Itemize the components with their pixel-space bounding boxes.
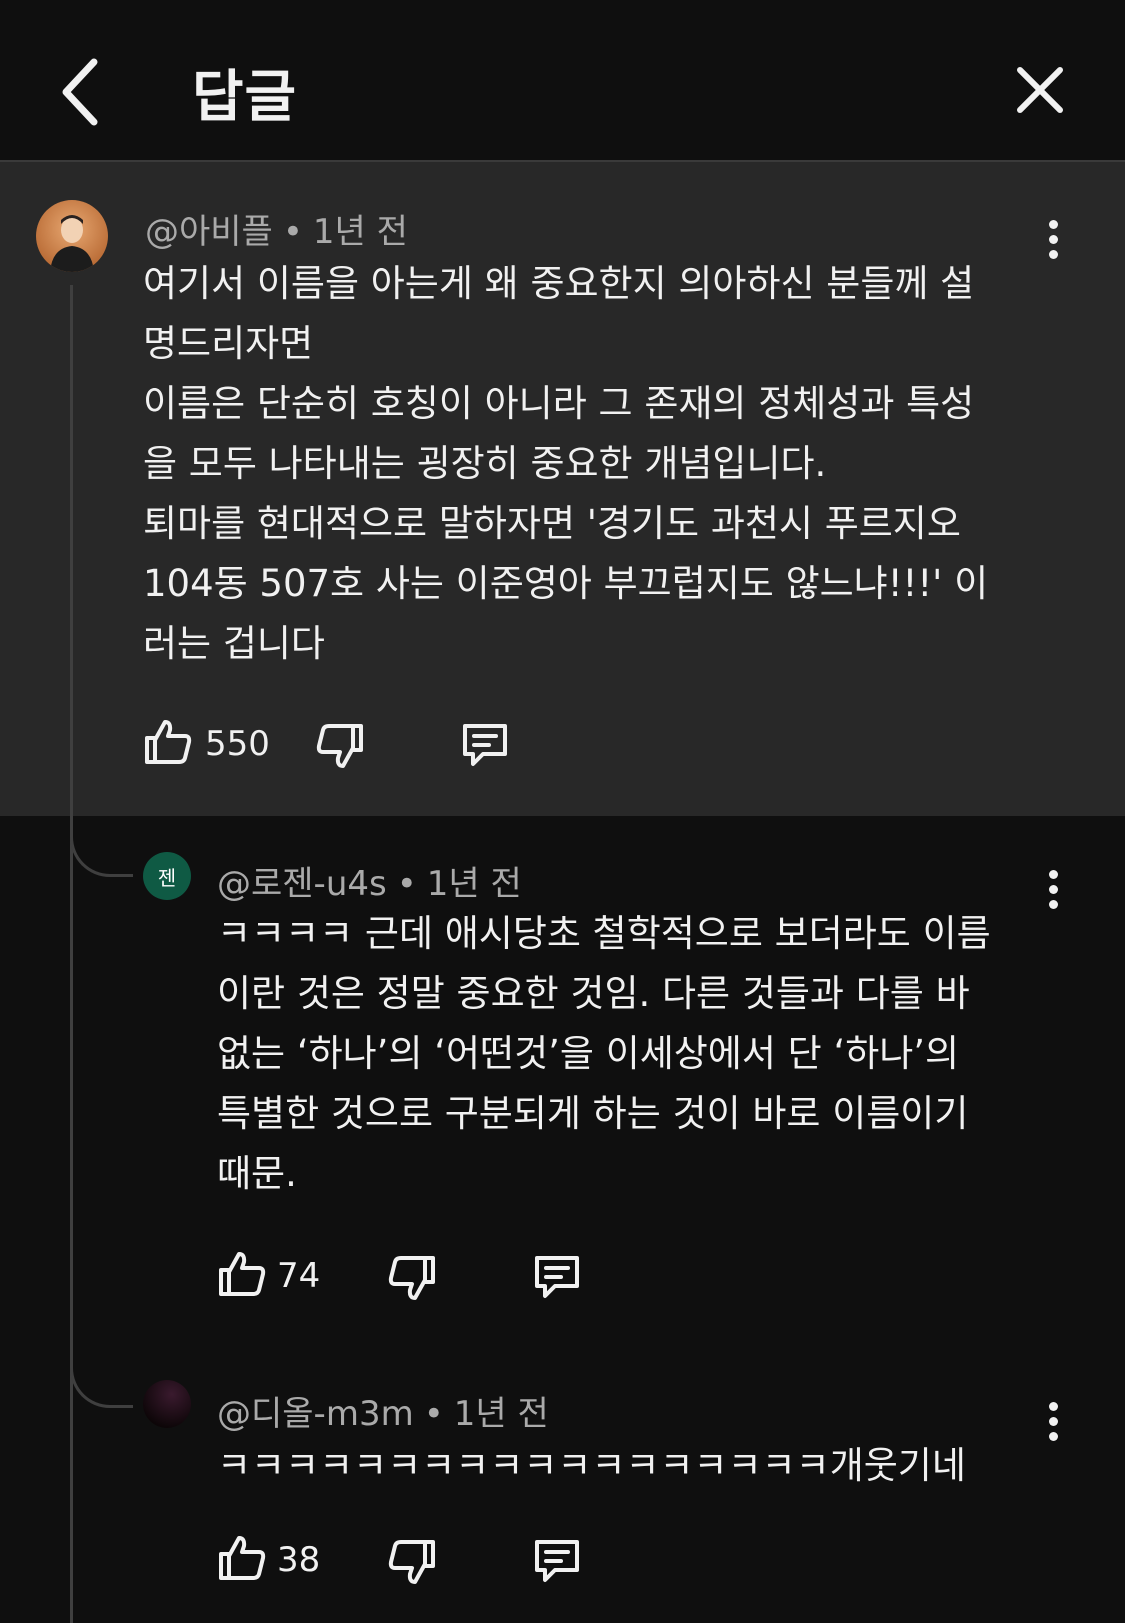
like-count: 74 <box>277 1256 321 1296</box>
thumbs-up-icon <box>145 720 192 764</box>
comment-meta: @로젠-u4s • 1년 전 <box>217 864 522 904</box>
thread-connector <box>70 1345 133 1408</box>
dislike-button[interactable] <box>385 1252 437 1304</box>
like-button[interactable] <box>217 1532 269 1584</box>
comment-text: 여기서 이름을 아는게 왜 중요한지 의아하신 분들께 설 명드리자면 이름은 … <box>143 262 989 665</box>
thread-connector <box>70 814 133 877</box>
avatar[interactable] <box>36 200 108 272</box>
close-button[interactable] <box>1010 60 1070 120</box>
thread-line <box>70 285 73 1623</box>
like-button[interactable] <box>217 1248 269 1300</box>
comment-meta: @디올-m3m • 1년 전 <box>217 1394 549 1434</box>
header: 답글 <box>0 0 1125 162</box>
reply-button[interactable] <box>459 718 511 770</box>
thumbs-down-icon <box>388 1540 435 1584</box>
comment-actions: 550 <box>143 716 543 776</box>
more-button[interactable] <box>1038 870 1068 920</box>
comment-time: 1년 전 <box>426 864 522 904</box>
comment-author[interactable]: @아비플 <box>145 212 273 252</box>
like-count: 550 <box>205 724 270 764</box>
chevron-left-icon <box>62 58 98 126</box>
more-button[interactable] <box>1038 220 1068 270</box>
thumbs-down-icon <box>316 724 363 768</box>
comment-time: 1년 전 <box>453 1394 549 1434</box>
dislike-button[interactable] <box>313 720 365 772</box>
page-title: 답글 <box>192 65 298 130</box>
comment-text: ㅋㅋㅋㅋㅋㅋㅋㅋㅋㅋㅋㅋㅋㅋㅋㅋㅋㅋ개웃기네 <box>217 1444 966 1487</box>
reply-button[interactable] <box>531 1250 583 1302</box>
like-count: 38 <box>277 1540 321 1580</box>
reply-icon <box>463 724 507 766</box>
profile-photo-icon <box>143 1380 191 1428</box>
comment-time: 1년 전 <box>312 212 408 252</box>
comment-author[interactable]: @로젠-u4s <box>217 864 387 904</box>
more-button[interactable] <box>1038 1402 1068 1452</box>
comment-author[interactable]: @디올-m3m <box>217 1394 414 1434</box>
avatar[interactable] <box>143 1380 191 1428</box>
like-button[interactable] <box>143 716 195 768</box>
comment-actions: 74 <box>217 1248 617 1308</box>
reply-button[interactable] <box>531 1534 583 1586</box>
profile-photo-icon <box>36 200 108 272</box>
back-button[interactable] <box>52 52 122 132</box>
thumbs-up-icon <box>219 1536 266 1580</box>
dislike-button[interactable] <box>385 1536 437 1588</box>
comment-meta: @아비플 • 1년 전 <box>145 212 408 252</box>
comment-text: ㅋㅋㅋㅋ 근데 애시당초 철학적으로 보더라도 이름 이란 것은 정말 중요한 … <box>217 912 991 1195</box>
thumbs-up-icon <box>219 1252 266 1296</box>
reply-icon <box>535 1256 579 1298</box>
avatar-initial: 젠 <box>157 865 177 890</box>
avatar[interactable]: 젠 <box>143 852 191 900</box>
comment-actions: 38 <box>217 1532 617 1592</box>
thumbs-down-icon <box>388 1256 435 1300</box>
close-icon <box>1017 67 1063 113</box>
reply-icon <box>535 1540 579 1582</box>
